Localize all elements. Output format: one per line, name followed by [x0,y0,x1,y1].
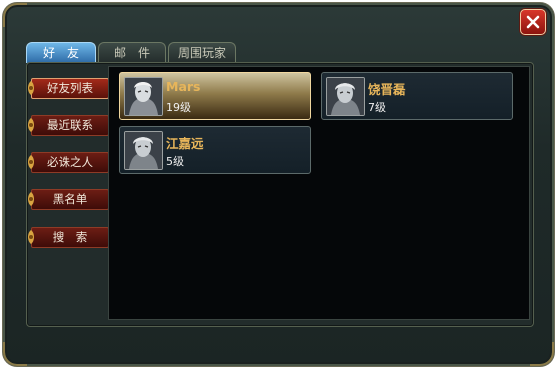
tab-mail[interactable]: 邮 件 [98,42,166,63]
ornament-icon [28,81,34,95]
avatar [124,131,163,170]
friend-level: 19级 [166,101,191,114]
friend-level: 7级 [368,101,386,114]
friend-name: Mars [166,79,201,94]
corner-ornament [530,342,554,366]
tab-friends[interactable]: 好 友 [26,42,96,63]
close-icon [526,15,540,29]
friend-level: 5级 [166,155,184,168]
sidebar-item-label: 搜 索 [52,230,88,244]
avatar [124,77,163,116]
corner-ornament [3,3,27,27]
sidebar-item-recent-contacts[interactable]: 最近联系 [28,115,109,136]
sidebar-item-friend-list[interactable]: 好友列表 [28,78,109,99]
corner-ornament [3,342,27,366]
sidebar-item-label: 好友列表 [47,81,93,95]
friend-card[interactable]: 饶晋磊 7级 [321,72,513,120]
friend-card[interactable]: Mars 19级 [119,72,311,120]
avatar [326,77,365,116]
tab-nearby-players[interactable]: 周围玩家 [168,42,236,63]
friend-card[interactable]: 江嘉远 5级 [119,126,311,174]
ornament-icon [28,118,34,132]
sidebar-item-blacklist[interactable]: 黑名单 [28,189,109,210]
friend-name: 饶晋磊 [368,82,406,97]
sidebar-item-label: 必诛之人 [47,155,93,169]
ornament-icon [28,155,34,169]
sidebar-item-enemies[interactable]: 必诛之人 [28,152,109,173]
close-button[interactable] [520,9,546,35]
friend-name: 江嘉远 [166,136,204,151]
sidebar-item-label: 黑名单 [52,192,88,206]
sidebar-item-label: 最近联系 [47,118,93,132]
sidebar-item-search[interactable]: 搜 索 [28,227,109,248]
ornament-icon [28,192,34,206]
ornament-icon [28,230,34,244]
